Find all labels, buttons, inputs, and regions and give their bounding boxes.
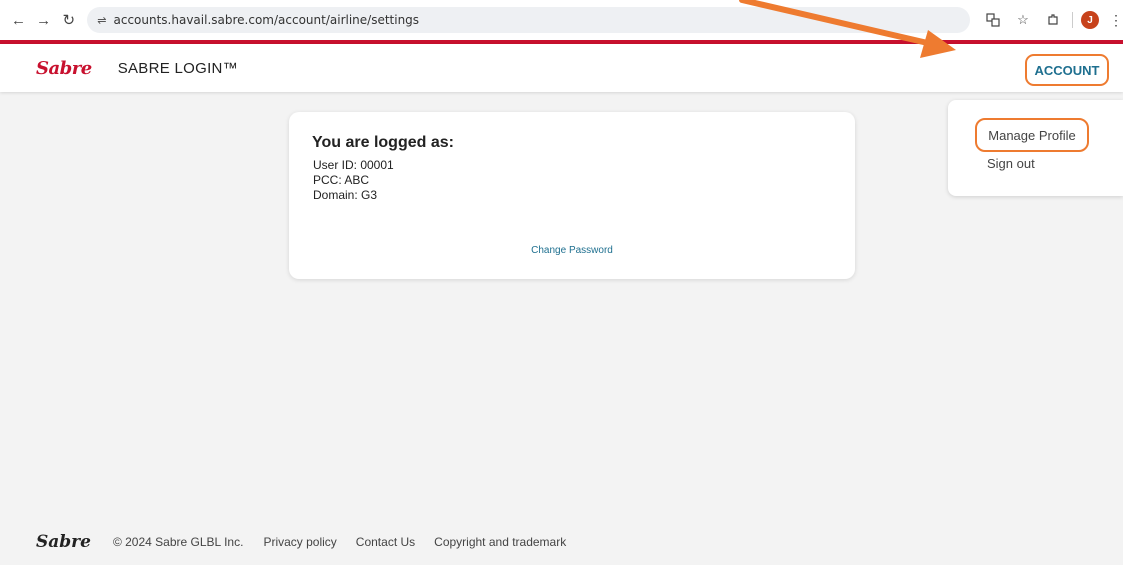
page-footer: Sabre © 2024 Sabre GLBL Inc. Privacy pol… <box>36 532 585 552</box>
annotation-arrow-icon <box>739 0 956 58</box>
copyright-text: © 2024 Sabre GLBL Inc. <box>112 535 244 549</box>
contact-us-link[interactable]: Contact Us <box>356 535 415 549</box>
footer-sabre-logo: Sabre <box>36 532 91 552</box>
privacy-policy-link[interactable]: Privacy policy <box>263 535 336 549</box>
copyright-trademark-link[interactable]: Copyright and trademark <box>434 535 566 549</box>
